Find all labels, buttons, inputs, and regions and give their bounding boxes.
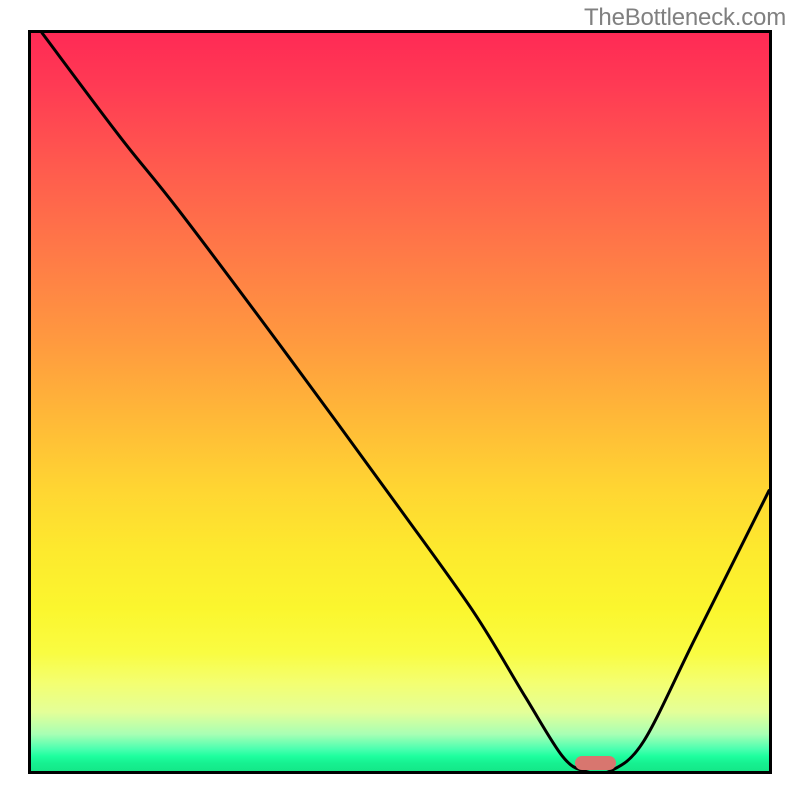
chart-container: TheBottleneck.com xyxy=(0,0,800,800)
plot-area xyxy=(31,33,769,771)
optimal-zone-marker xyxy=(575,756,616,770)
watermark-text: TheBottleneck.com xyxy=(584,4,786,32)
bottleneck-curve-path xyxy=(42,33,769,771)
bottleneck-curve-svg xyxy=(31,33,769,771)
